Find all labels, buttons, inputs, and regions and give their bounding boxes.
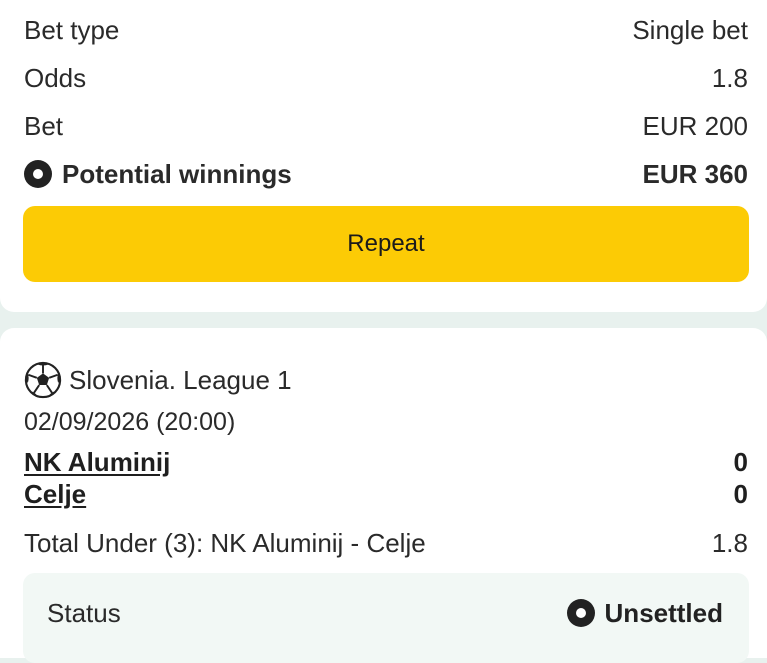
team-away-link[interactable]: Celje <box>24 479 86 510</box>
status-value: Unsettled <box>604 597 723 628</box>
bet-summary-card: Bet type Single bet Odds 1.8 Bet EUR 200… <box>0 0 767 312</box>
team-home-score: 0 <box>733 446 748 477</box>
status-row: Status Unsettled <box>47 595 723 631</box>
status-value-group: Unsettled <box>566 597 723 629</box>
bet-type-value: Single bet <box>632 14 748 45</box>
market-odds: 1.8 <box>711 527 748 558</box>
potential-winnings-label-group: Potential winnings <box>24 159 292 190</box>
bet-type-label: Bet type <box>24 14 120 45</box>
odds-label: Odds <box>24 62 87 93</box>
event-datetime: 02/09/2026 (20:00) <box>24 408 236 436</box>
team-away-score: 0 <box>733 478 748 509</box>
odds-row: Odds 1.8 <box>24 62 748 94</box>
team-row: Celje 0 <box>24 478 748 510</box>
bet-amount-value: EUR 200 <box>642 110 749 141</box>
potential-winnings-row: Potential winnings EUR 360 <box>24 158 748 190</box>
radio-dot-icon <box>566 599 595 627</box>
team-home-link[interactable]: NK Aluminij <box>24 447 170 478</box>
bet-amount-row: Bet EUR 200 <box>24 110 748 142</box>
repeat-button[interactable]: Repeat <box>23 206 749 282</box>
potential-winnings-label: Potential winnings <box>62 158 292 189</box>
status-panel: Status Unsettled <box>23 573 749 663</box>
odds-value: 1.8 <box>711 62 748 93</box>
potential-winnings-value: EUR 360 <box>642 158 749 189</box>
radio-dot-icon <box>24 160 52 188</box>
repeat-button-label: Repeat <box>347 230 425 257</box>
market-row: Total Under (3): NK Aluminij - Celje 1.8 <box>24 526 748 560</box>
league-name: Slovenia. League 1 <box>69 364 292 395</box>
soccer-ball-icon <box>24 361 62 399</box>
status-label: Status <box>47 597 121 628</box>
market-name: Total Under (3): NK Aluminij - Celje <box>24 527 426 558</box>
league-header: Slovenia. League 1 <box>24 360 292 400</box>
bet-type-row: Bet type Single bet <box>24 14 748 46</box>
team-row: NK Aluminij 0 <box>24 446 748 478</box>
bet-amount-label: Bet <box>24 110 64 141</box>
